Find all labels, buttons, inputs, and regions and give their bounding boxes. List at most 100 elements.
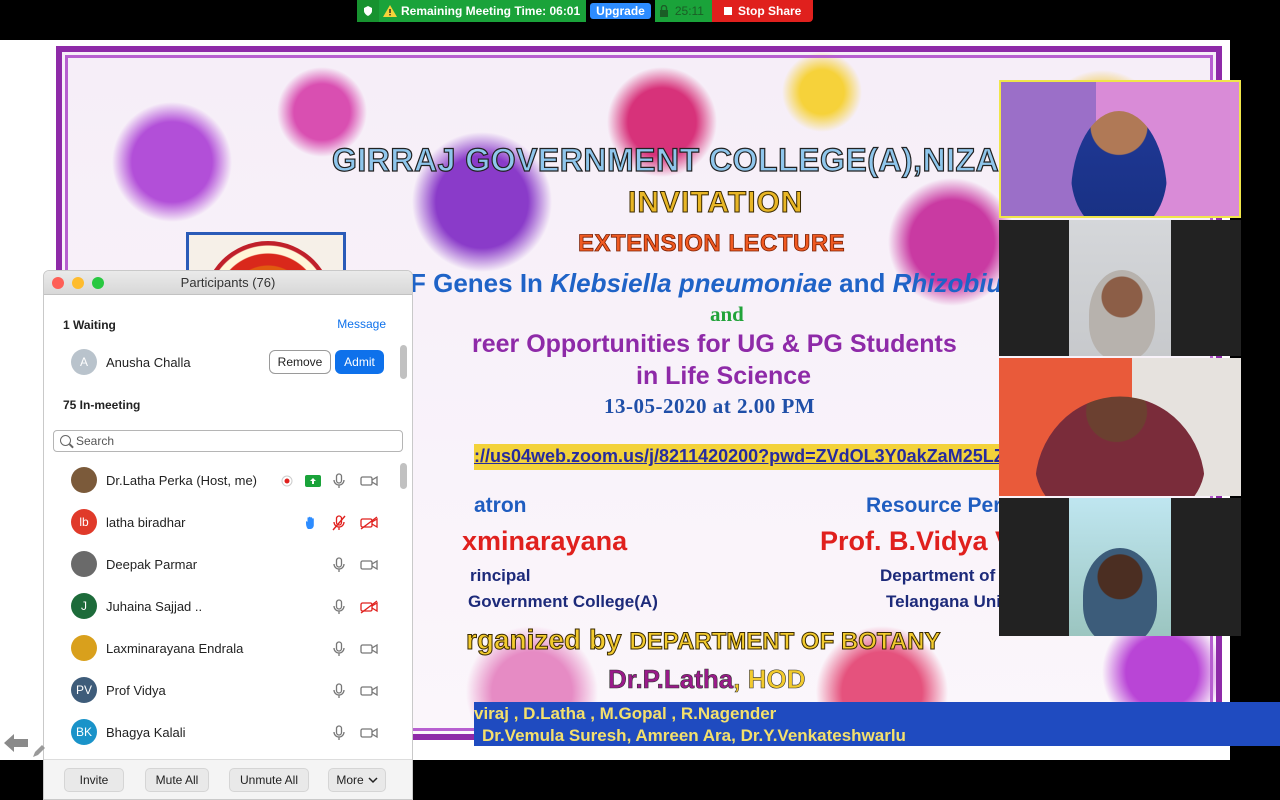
mic-muted-icon <box>332 515 346 531</box>
raised-hand-icon <box>302 514 320 532</box>
slide-patron-title: rincipal <box>470 566 531 585</box>
upgrade-button[interactable]: Upgrade <box>590 3 651 19</box>
panel-title-bar[interactable]: Participants (76) <box>44 271 412 295</box>
slide-and: and <box>710 302 744 326</box>
participant-row[interactable]: J Juhaina Sajjad .. <box>44 586 404 628</box>
waiting-room-header: 1 Waiting <box>63 318 116 332</box>
participant-row[interactable]: Deepak Parmar <box>44 544 404 586</box>
participant-name: Deepak Parmar <box>106 557 198 572</box>
waiting-scrollbar[interactable] <box>400 345 407 379</box>
video-status[interactable] <box>360 598 378 616</box>
panel-footer: Invite Mute All Unmute All More <box>44 759 412 799</box>
mic-status[interactable] <box>330 640 348 658</box>
mic-status[interactable] <box>330 598 348 616</box>
participant-row[interactable]: PV Prof Vidya <box>44 670 404 712</box>
participant-video <box>1083 548 1157 636</box>
participant-name: Dr.Latha Perka (Host, me) <box>106 473 257 488</box>
video-icon <box>360 685 378 697</box>
video-status[interactable] <box>360 472 378 490</box>
participant-row[interactable]: Dr.Latha Perka (Host, me) <box>44 460 404 502</box>
remaining-time: Remaining Meeting Time: 06:01 <box>379 0 587 22</box>
participant-name: Juhaina Sajjad .. <box>106 599 203 614</box>
video-status[interactable] <box>360 640 378 658</box>
in-meeting-header: 75 In-meeting <box>63 398 141 412</box>
chevron-down-icon <box>368 777 378 784</box>
video-icon <box>360 643 378 655</box>
avatar <box>71 551 97 577</box>
mic-icon <box>333 473 345 488</box>
search-input[interactable] <box>76 433 396 449</box>
close-window-button[interactable] <box>52 277 64 289</box>
search-box[interactable] <box>53 430 403 452</box>
pencil-icon[interactable] <box>32 744 46 758</box>
video-status[interactable] <box>360 514 378 532</box>
minimize-window-button[interactable] <box>72 277 84 289</box>
avatar: A <box>71 349 97 375</box>
slide-life-science: in Life Science <box>636 362 812 390</box>
stop-share-button[interactable]: Stop Share <box>711 0 814 22</box>
security-shield-button[interactable] <box>357 0 379 22</box>
stop-icon <box>723 7 732 15</box>
video-off-icon <box>360 516 378 530</box>
screen-share-icon <box>304 472 322 490</box>
warning-icon <box>383 5 397 17</box>
video-frame <box>1069 220 1171 356</box>
participant-video <box>1089 270 1155 356</box>
remove-button[interactable]: Remove <box>269 350 331 374</box>
participant-row[interactable]: lb latha biradhar <box>44 502 404 544</box>
video-icon <box>360 559 378 571</box>
arrow-left-icon[interactable] <box>4 732 28 754</box>
participant-name: Bhagya Kalali <box>106 725 186 740</box>
slide-resource-name: Prof. B.Vidya Va <box>820 526 1027 556</box>
panel-title: Participants (76) <box>180 275 276 290</box>
slide-career: reer Opportunities for UG & PG Students <box>472 330 957 358</box>
mic-icon <box>333 557 345 572</box>
slide-invitation: INVITATION <box>628 186 804 220</box>
stop-share-label: Stop Share <box>737 4 802 18</box>
mute-all-button[interactable]: Mute All <box>145 768 209 792</box>
mic-status[interactable] <box>330 724 348 742</box>
message-waiting-link[interactable]: Message <box>337 317 386 331</box>
avatar: lb <box>71 509 97 535</box>
slide-organized-by: rganized by DEPARTMENT OF BOTANY <box>465 624 940 656</box>
participant-name: Laxminarayana Endrala <box>106 641 244 656</box>
mic-status[interactable] <box>330 472 348 490</box>
topic-organism-2: Rhizobiu <box>892 268 1003 298</box>
invite-button[interactable]: Invite <box>64 768 124 792</box>
avatar: PV <box>71 677 97 703</box>
topic-and: and <box>831 268 893 298</box>
video-icon <box>360 475 378 487</box>
more-label: More <box>336 773 364 787</box>
participant-video <box>1071 111 1167 216</box>
avatar: J <box>71 593 97 619</box>
more-button[interactable]: More <box>328 768 386 792</box>
slide-hod: Dr.P.Latha, HOD <box>608 664 806 695</box>
slide-zoom-link-band: ://us04web.zoom.us/j/8211420200?pwd=ZVdO… <box>474 444 1064 470</box>
mic-status[interactable] <box>330 514 348 532</box>
mic-icon <box>333 683 345 698</box>
participant-name: Prof Vidya <box>106 683 166 698</box>
avatar: BK <box>71 719 97 745</box>
participant-row[interactable]: BK Bhagya Kalali <box>44 712 404 754</box>
unmute-all-button[interactable]: Unmute All <box>229 768 309 792</box>
avatar <box>71 467 97 493</box>
meeting-top-bar: Remaining Meeting Time: 06:01 Upgrade 25… <box>357 0 814 22</box>
mic-status[interactable] <box>330 556 348 574</box>
admit-button[interactable]: Admit <box>335 350 384 374</box>
video-tile-2[interactable] <box>999 220 1241 356</box>
video-tile-3[interactable] <box>999 358 1241 496</box>
video-tile-4[interactable] <box>999 498 1241 636</box>
video-tile-active-speaker[interactable] <box>999 80 1241 218</box>
video-status[interactable] <box>360 724 378 742</box>
waiting-participant-name: Anusha Challa <box>106 355 191 370</box>
mic-status[interactable] <box>330 682 348 700</box>
video-icon <box>360 727 378 739</box>
maximize-window-button[interactable] <box>92 277 104 289</box>
video-status[interactable] <box>360 556 378 574</box>
participant-row[interactable]: Laxminarayana Endrala <box>44 628 404 670</box>
video-status[interactable] <box>360 682 378 700</box>
avatar <box>71 635 97 661</box>
video-off-icon <box>360 600 378 614</box>
slide-patron-label: atron <box>474 494 527 517</box>
elapsed-time-label: 25:11 <box>674 4 704 18</box>
